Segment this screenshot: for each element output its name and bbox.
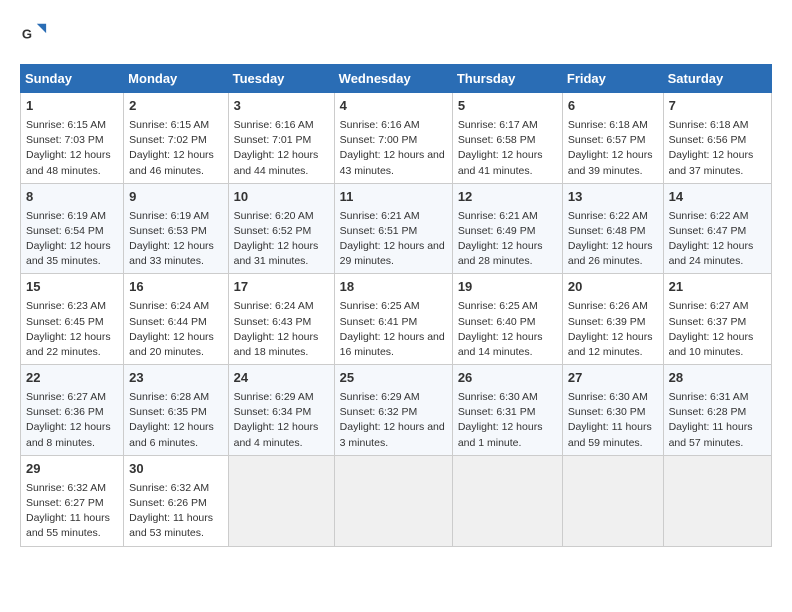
day-number: 10 (234, 188, 329, 207)
calendar-cell: 23Sunrise: 6:28 AMSunset: 6:35 PMDayligh… (124, 365, 228, 456)
calendar-row: 29Sunrise: 6:32 AMSunset: 6:27 PMDayligh… (21, 455, 772, 546)
day-number: 6 (568, 97, 658, 116)
calendar-cell: 5Sunrise: 6:17 AMSunset: 6:58 PMDaylight… (452, 93, 562, 184)
calendar-cell (562, 455, 663, 546)
day-number: 9 (129, 188, 222, 207)
day-number: 30 (129, 460, 222, 479)
col-header-monday: Monday (124, 65, 228, 93)
calendar-cell: 25Sunrise: 6:29 AMSunset: 6:32 PMDayligh… (334, 365, 452, 456)
calendar-cell: 16Sunrise: 6:24 AMSunset: 6:44 PMDayligh… (124, 274, 228, 365)
page-header: G (20, 20, 772, 48)
calendar-cell: 13Sunrise: 6:22 AMSunset: 6:48 PMDayligh… (562, 183, 663, 274)
calendar-cell: 6Sunrise: 6:18 AMSunset: 6:57 PMDaylight… (562, 93, 663, 184)
calendar-cell (334, 455, 452, 546)
calendar-row: 22Sunrise: 6:27 AMSunset: 6:36 PMDayligh… (21, 365, 772, 456)
day-number: 20 (568, 278, 658, 297)
day-number: 12 (458, 188, 557, 207)
logo-icon: G (20, 20, 48, 48)
svg-text:G: G (22, 27, 32, 42)
calendar-row: 15Sunrise: 6:23 AMSunset: 6:45 PMDayligh… (21, 274, 772, 365)
day-number: 16 (129, 278, 222, 297)
calendar-cell: 27Sunrise: 6:30 AMSunset: 6:30 PMDayligh… (562, 365, 663, 456)
day-number: 24 (234, 369, 329, 388)
logo: G (20, 20, 56, 48)
calendar-table: SundayMondayTuesdayWednesdayThursdayFrid… (20, 64, 772, 547)
calendar-cell: 14Sunrise: 6:22 AMSunset: 6:47 PMDayligh… (663, 183, 771, 274)
calendar-cell: 2Sunrise: 6:15 AMSunset: 7:02 PMDaylight… (124, 93, 228, 184)
calendar-cell: 1Sunrise: 6:15 AMSunset: 7:03 PMDaylight… (21, 93, 124, 184)
calendar-cell: 7Sunrise: 6:18 AMSunset: 6:56 PMDaylight… (663, 93, 771, 184)
day-number: 11 (340, 188, 447, 207)
calendar-cell: 19Sunrise: 6:25 AMSunset: 6:40 PMDayligh… (452, 274, 562, 365)
day-number: 23 (129, 369, 222, 388)
day-number: 22 (26, 369, 118, 388)
calendar-cell: 26Sunrise: 6:30 AMSunset: 6:31 PMDayligh… (452, 365, 562, 456)
day-number: 17 (234, 278, 329, 297)
calendar-cell: 9Sunrise: 6:19 AMSunset: 6:53 PMDaylight… (124, 183, 228, 274)
col-header-friday: Friday (562, 65, 663, 93)
day-number: 18 (340, 278, 447, 297)
day-number: 13 (568, 188, 658, 207)
day-number: 21 (669, 278, 766, 297)
calendar-cell: 8Sunrise: 6:19 AMSunset: 6:54 PMDaylight… (21, 183, 124, 274)
day-number: 15 (26, 278, 118, 297)
calendar-cell: 30Sunrise: 6:32 AMSunset: 6:26 PMDayligh… (124, 455, 228, 546)
day-number: 25 (340, 369, 447, 388)
col-header-thursday: Thursday (452, 65, 562, 93)
calendar-cell: 17Sunrise: 6:24 AMSunset: 6:43 PMDayligh… (228, 274, 334, 365)
col-header-saturday: Saturday (663, 65, 771, 93)
day-number: 19 (458, 278, 557, 297)
calendar-cell: 24Sunrise: 6:29 AMSunset: 6:34 PMDayligh… (228, 365, 334, 456)
day-number: 28 (669, 369, 766, 388)
calendar-cell: 20Sunrise: 6:26 AMSunset: 6:39 PMDayligh… (562, 274, 663, 365)
day-number: 26 (458, 369, 557, 388)
calendar-row: 1Sunrise: 6:15 AMSunset: 7:03 PMDaylight… (21, 93, 772, 184)
calendar-cell: 4Sunrise: 6:16 AMSunset: 7:00 PMDaylight… (334, 93, 452, 184)
calendar-cell: 21Sunrise: 6:27 AMSunset: 6:37 PMDayligh… (663, 274, 771, 365)
calendar-cell: 12Sunrise: 6:21 AMSunset: 6:49 PMDayligh… (452, 183, 562, 274)
calendar-row: 8Sunrise: 6:19 AMSunset: 6:54 PMDaylight… (21, 183, 772, 274)
calendar-cell: 22Sunrise: 6:27 AMSunset: 6:36 PMDayligh… (21, 365, 124, 456)
day-number: 5 (458, 97, 557, 116)
col-header-wednesday: Wednesday (334, 65, 452, 93)
calendar-cell: 18Sunrise: 6:25 AMSunset: 6:41 PMDayligh… (334, 274, 452, 365)
calendar-cell (228, 455, 334, 546)
day-number: 1 (26, 97, 118, 116)
day-number: 4 (340, 97, 447, 116)
calendar-cell: 10Sunrise: 6:20 AMSunset: 6:52 PMDayligh… (228, 183, 334, 274)
calendar-cell: 15Sunrise: 6:23 AMSunset: 6:45 PMDayligh… (21, 274, 124, 365)
day-number: 2 (129, 97, 222, 116)
calendar-cell (663, 455, 771, 546)
calendar-cell: 28Sunrise: 6:31 AMSunset: 6:28 PMDayligh… (663, 365, 771, 456)
day-number: 3 (234, 97, 329, 116)
col-header-sunday: Sunday (21, 65, 124, 93)
calendar-cell: 11Sunrise: 6:21 AMSunset: 6:51 PMDayligh… (334, 183, 452, 274)
day-number: 7 (669, 97, 766, 116)
col-header-tuesday: Tuesday (228, 65, 334, 93)
calendar-cell: 29Sunrise: 6:32 AMSunset: 6:27 PMDayligh… (21, 455, 124, 546)
day-number: 14 (669, 188, 766, 207)
calendar-cell: 3Sunrise: 6:16 AMSunset: 7:01 PMDaylight… (228, 93, 334, 184)
calendar-cell (452, 455, 562, 546)
day-number: 29 (26, 460, 118, 479)
day-number: 27 (568, 369, 658, 388)
day-number: 8 (26, 188, 118, 207)
